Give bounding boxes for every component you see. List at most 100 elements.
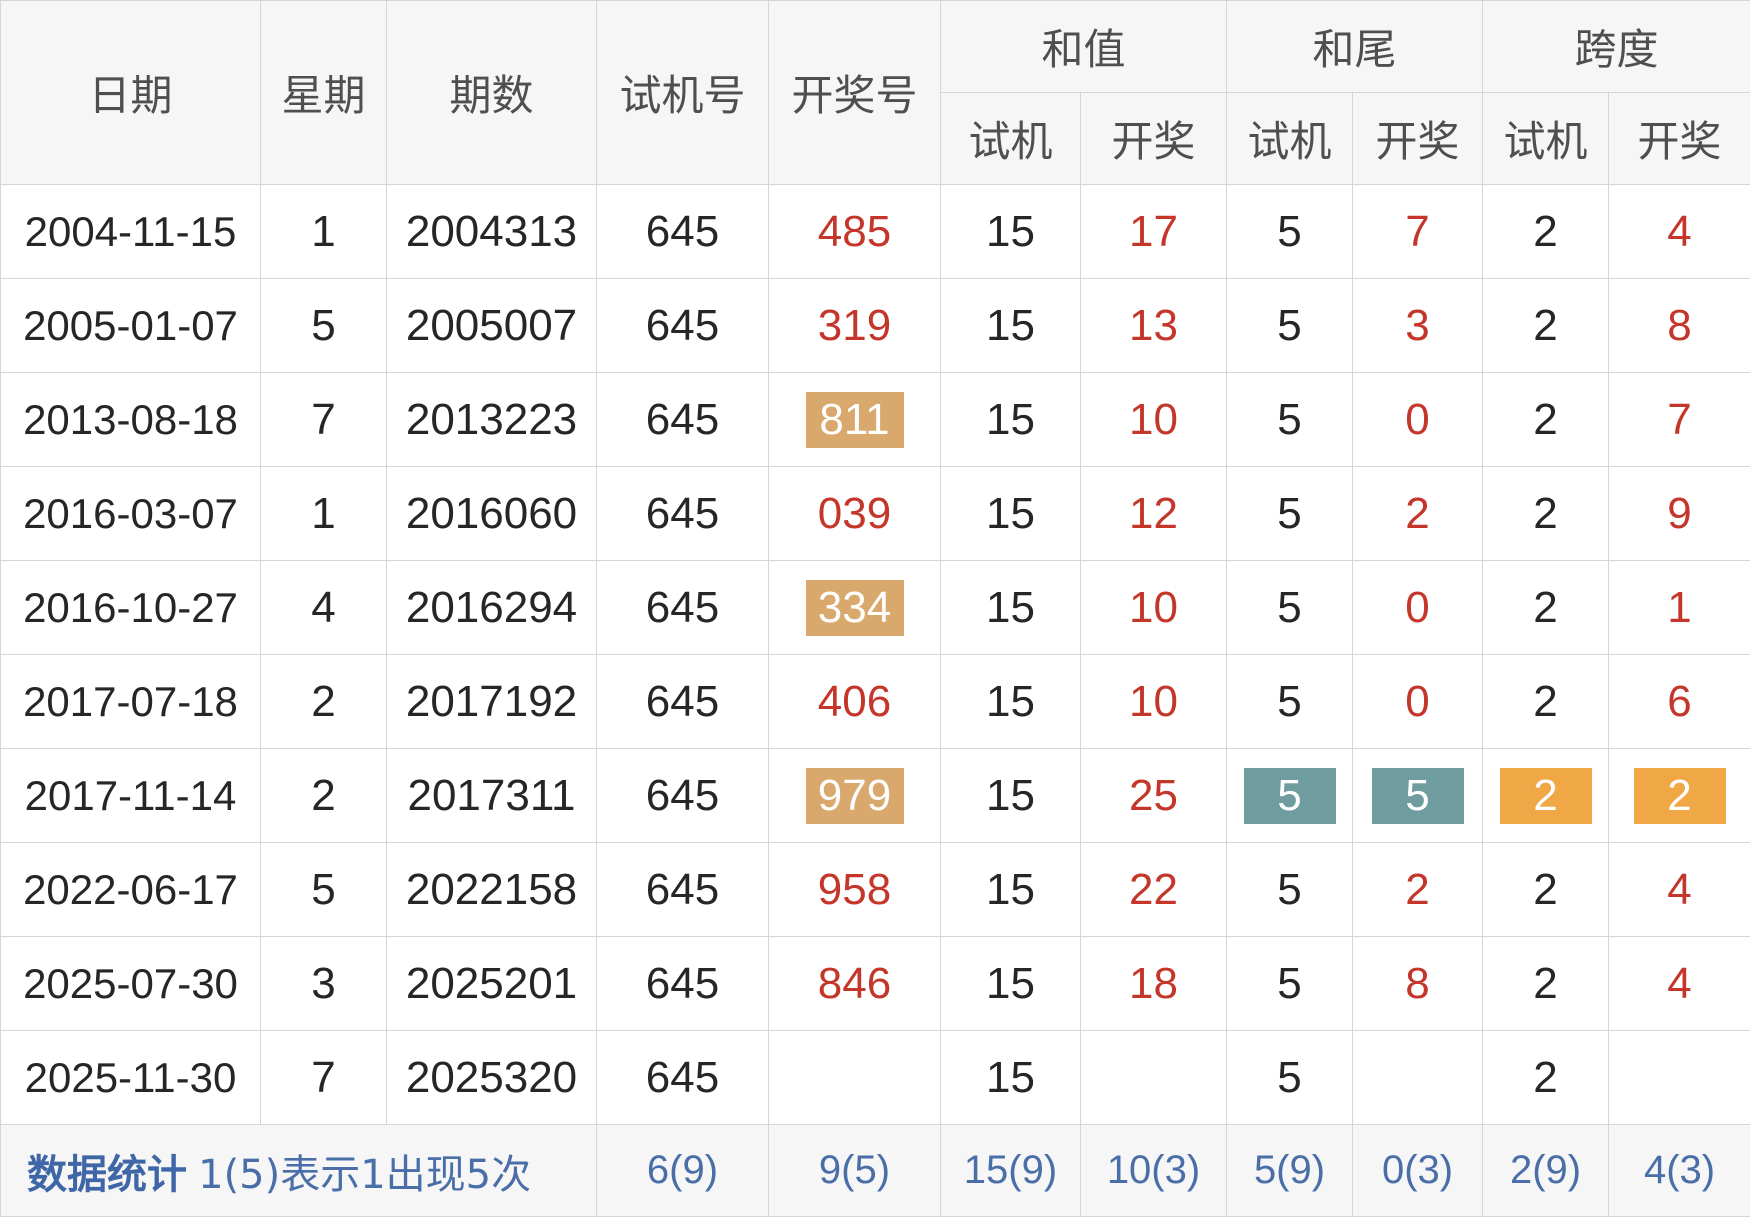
cell-tail-draw: 7 xyxy=(1352,184,1484,279)
cell-sum-draw: 22 xyxy=(1079,842,1228,937)
lottery-history-table: 日期 星期 期数 试机号 开奖号 和值 和尾 跨度 试机 开奖 试机 开奖 试机… xyxy=(0,0,1750,1217)
cell-weekday: 1 xyxy=(260,466,387,561)
cell-tail-trial: 5 xyxy=(1226,372,1354,467)
cell-sum-draw: 17 xyxy=(1079,184,1228,279)
stats-sum-trial: 15(9) xyxy=(940,1124,1081,1217)
cell-span-draw: 4 xyxy=(1608,936,1750,1031)
table-row: 2017-07-18 2 2017192 645 406 15 10 5 0 2… xyxy=(0,654,1750,749)
cell-trial: 645 xyxy=(596,654,769,749)
table-row: 2013-08-18 7 2013223 645 811 15 10 5 0 2… xyxy=(0,372,1750,467)
cell-trial: 645 xyxy=(596,466,769,561)
cell-span-draw: 9 xyxy=(1608,466,1750,561)
cell-draw: 334 xyxy=(768,560,941,655)
col-header-tail-trial: 试机 xyxy=(1226,92,1354,185)
cell-tail-draw: 2 xyxy=(1352,842,1484,937)
cell-span-trial: 2 xyxy=(1482,184,1610,279)
stats-row: 数据统计 1(5)表示1出现5次 6(9) 9(5) 15(9) 10(3) 5… xyxy=(0,1124,1750,1217)
cell-weekday: 5 xyxy=(260,278,387,373)
cell-tail-trial: 5 xyxy=(1226,936,1354,1031)
cell-tail-draw: 8 xyxy=(1352,936,1484,1031)
span-trial-highlight-badge: 2 xyxy=(1499,767,1592,824)
cell-issue: 2025201 xyxy=(386,936,597,1031)
cell-sum-trial: 15 xyxy=(940,936,1081,1031)
cell-span-draw: 7 xyxy=(1608,372,1750,467)
stats-tail-trial: 5(9) xyxy=(1226,1124,1354,1217)
cell-tail-draw: 3 xyxy=(1352,278,1484,373)
cell-span-draw: 1 xyxy=(1608,560,1750,655)
cell-sum-trial: 15 xyxy=(940,748,1081,843)
cell-sum-trial: 15 xyxy=(940,842,1081,937)
cell-trial: 645 xyxy=(596,748,769,843)
cell-span-draw: 2 xyxy=(1608,748,1750,843)
cell-weekday: 7 xyxy=(260,1030,387,1125)
cell-weekday: 5 xyxy=(260,842,387,937)
cell-tail-trial: 5 xyxy=(1226,748,1354,843)
cell-span-draw: 6 xyxy=(1608,654,1750,749)
tail-draw-highlight-badge: 5 xyxy=(1371,767,1464,824)
stats-label-cell: 数据统计 1(5)表示1出现5次 xyxy=(0,1124,597,1217)
cell-sum-trial: 15 xyxy=(940,372,1081,467)
cell-sum-draw: 10 xyxy=(1079,372,1228,467)
cell-draw: 039 xyxy=(768,466,941,561)
cell-sum-draw: 10 xyxy=(1079,560,1228,655)
cell-weekday: 3 xyxy=(260,936,387,1031)
cell-draw: 958 xyxy=(768,842,941,937)
cell-tail-trial: 5 xyxy=(1226,184,1354,279)
cell-issue: 2004313 xyxy=(386,184,597,279)
cell-sum-trial: 15 xyxy=(940,654,1081,749)
cell-date: 2025-07-30 xyxy=(0,936,261,1031)
draw-highlight-badge: 334 xyxy=(805,579,904,636)
cell-trial: 645 xyxy=(596,278,769,373)
cell-sum-draw: 10 xyxy=(1079,654,1228,749)
stats-draw: 9(5) xyxy=(768,1124,941,1217)
cell-span-trial: 2 xyxy=(1482,654,1610,749)
stats-note: 1(5)表示1出现5次 xyxy=(198,1151,532,1198)
cell-draw: 485 xyxy=(768,184,941,279)
cell-sum-trial: 15 xyxy=(940,278,1081,373)
cell-weekday: 2 xyxy=(260,654,387,749)
cell-span-draw xyxy=(1608,1030,1750,1125)
cell-trial: 645 xyxy=(596,936,769,1031)
cell-weekday: 1 xyxy=(260,184,387,279)
cell-tail-trial: 5 xyxy=(1226,654,1354,749)
cell-span-draw: 8 xyxy=(1608,278,1750,373)
cell-span-trial: 2 xyxy=(1482,1030,1610,1125)
cell-tail-trial: 5 xyxy=(1226,560,1354,655)
cell-issue: 2017311 xyxy=(386,748,597,843)
cell-date: 2025-11-30 xyxy=(0,1030,261,1125)
cell-sum-trial: 15 xyxy=(940,184,1081,279)
cell-issue: 2016060 xyxy=(386,466,597,561)
cell-weekday: 4 xyxy=(260,560,387,655)
cell-issue: 2017192 xyxy=(386,654,597,749)
cell-tail-draw: 5 xyxy=(1352,748,1484,843)
col-header-span-draw: 开奖 xyxy=(1608,92,1750,185)
cell-span-trial: 2 xyxy=(1482,278,1610,373)
cell-date: 2017-11-14 xyxy=(0,748,261,843)
cell-draw: 811 xyxy=(768,372,941,467)
cell-date: 2004-11-15 xyxy=(0,184,261,279)
cell-draw: 846 xyxy=(768,936,941,1031)
cell-issue: 2013223 xyxy=(386,372,597,467)
cell-date: 2013-08-18 xyxy=(0,372,261,467)
cell-sum-draw: 25 xyxy=(1079,748,1228,843)
cell-tail-trial: 5 xyxy=(1226,1030,1354,1125)
cell-date: 2005-01-07 xyxy=(0,278,261,373)
cell-tail-draw: 0 xyxy=(1352,654,1484,749)
cell-issue: 2016294 xyxy=(386,560,597,655)
span-draw-highlight-badge: 2 xyxy=(1633,767,1726,824)
cell-tail-draw xyxy=(1352,1030,1484,1125)
cell-issue: 2005007 xyxy=(386,278,597,373)
cell-span-trial: 2 xyxy=(1482,748,1610,843)
cell-sum-trial: 15 xyxy=(940,1030,1081,1125)
cell-trial: 645 xyxy=(596,184,769,279)
cell-sum-trial: 15 xyxy=(940,560,1081,655)
cell-weekday: 7 xyxy=(260,372,387,467)
col-header-issue: 期数 xyxy=(386,0,597,185)
cell-date: 2016-10-27 xyxy=(0,560,261,655)
cell-sum-draw: 18 xyxy=(1079,936,1228,1031)
cell-trial: 645 xyxy=(596,1030,769,1125)
table-row: 2022-06-17 5 2022158 645 958 15 22 5 2 2… xyxy=(0,842,1750,937)
draw-highlight-badge: 811 xyxy=(805,391,904,448)
cell-tail-trial: 5 xyxy=(1226,842,1354,937)
cell-tail-trial: 5 xyxy=(1226,278,1354,373)
